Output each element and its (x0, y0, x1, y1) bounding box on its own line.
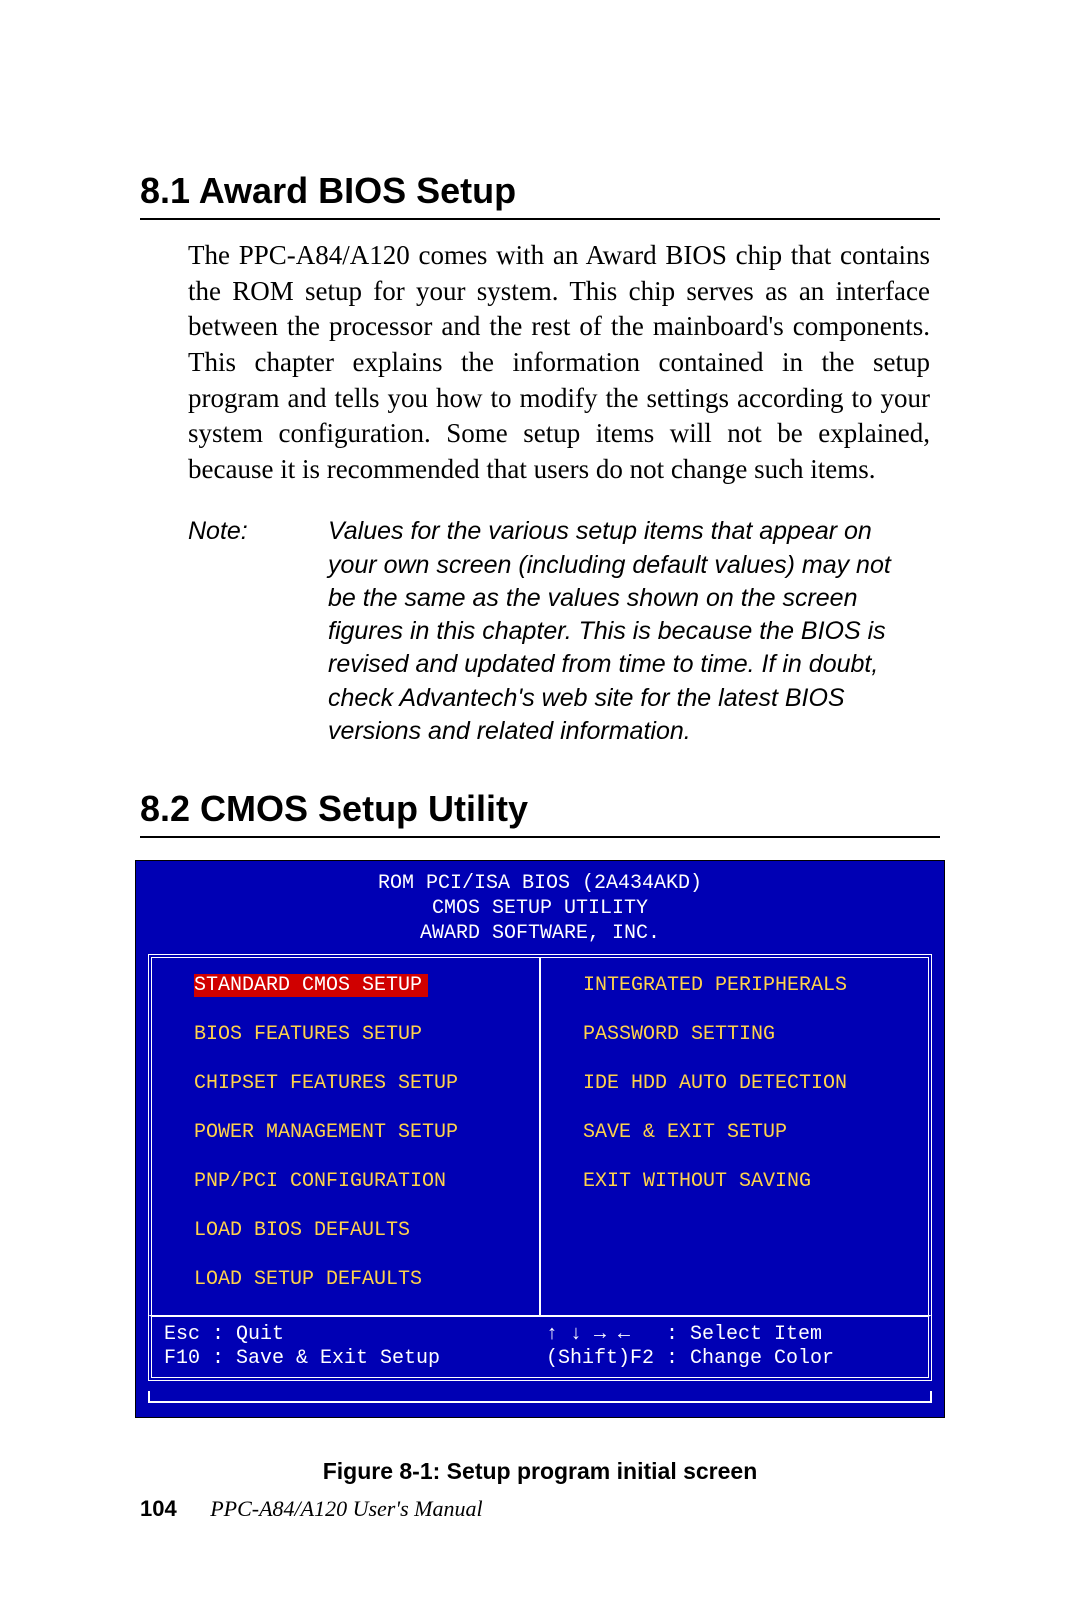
menu-item-integrated-peripherals[interactable]: INTEGRATED PERIPHERALS (583, 974, 928, 997)
bios-menu-box: STANDARD CMOS SETUP BIOS FEATURES SETUP … (148, 954, 932, 1315)
bios-screen: ROM PCI/ISA BIOS (2A434AKD) CMOS SETUP U… (135, 860, 945, 1418)
menu-item-password-setting[interactable]: PASSWORD SETTING (583, 1023, 928, 1046)
bios-menu-right-column: INTEGRATED PERIPHERALS PASSWORD SETTING … (539, 958, 928, 1315)
section-heading-8-2: 8.2 CMOS Setup Utility (140, 788, 940, 838)
figure-8-1: ROM PCI/ISA BIOS (2A434AKD) CMOS SETUP U… (140, 860, 940, 1485)
bios-footer: Esc : Quit F10 : Save & Exit Setup ↑ ↓ →… (148, 1315, 932, 1381)
bios-header-line3: AWARD SOFTWARE, INC. (136, 921, 944, 946)
note-text: Values for the various setup items that … (328, 515, 920, 748)
menu-item-bios-features[interactable]: BIOS FEATURES SETUP (194, 1023, 539, 1046)
menu-item-standard-cmos[interactable]: STANDARD CMOS SETUP (194, 974, 428, 997)
menu-item-load-setup-defaults[interactable]: LOAD SETUP DEFAULTS (194, 1268, 539, 1291)
menu-item-load-bios-defaults[interactable]: LOAD BIOS DEFAULTS (194, 1219, 539, 1242)
page-number: 104 (140, 1496, 177, 1521)
bios-footer-left: Esc : Quit F10 : Save & Exit Setup (164, 1323, 546, 1371)
menu-item-pnp-pci[interactable]: PNP/PCI CONFIGURATION (194, 1170, 539, 1193)
section-heading-8-1: 8.1 Award BIOS Setup (140, 170, 940, 220)
bios-header-line1: ROM PCI/ISA BIOS (2A434AKD) (136, 871, 944, 896)
bios-header-line2: CMOS SETUP UTILITY (136, 896, 944, 921)
note-label: Note: (188, 515, 328, 748)
note-block: Note: Values for the various setup items… (188, 515, 920, 748)
figure-caption: Figure 8-1: Setup program initial screen (323, 1458, 758, 1485)
bios-bottom-strip (148, 1391, 932, 1403)
page-footer: 104 PPC-A84/A120 User's Manual (140, 1496, 483, 1522)
menu-item-chipset-features[interactable]: CHIPSET FEATURES SETUP (194, 1072, 539, 1095)
menu-item-exit-no-save[interactable]: EXIT WITHOUT SAVING (583, 1170, 928, 1193)
bios-header: ROM PCI/ISA BIOS (2A434AKD) CMOS SETUP U… (136, 865, 944, 954)
menu-item-save-exit[interactable]: SAVE & EXIT SETUP (583, 1121, 928, 1144)
menu-item-power-management[interactable]: POWER MANAGEMENT SETUP (194, 1121, 539, 1144)
doc-title: PPC-A84/A120 User's Manual (210, 1496, 482, 1521)
bios-footer-right: ↑ ↓ → ← : Select Item (Shift)F2 : Change… (546, 1323, 928, 1371)
menu-item-ide-hdd-auto[interactable]: IDE HDD AUTO DETECTION (583, 1072, 928, 1095)
bios-menu-left-column: STANDARD CMOS SETUP BIOS FEATURES SETUP … (152, 958, 539, 1315)
section-8-1-body: The PPC-A84/A120 comes with an Award BIO… (188, 238, 930, 487)
manual-page: 8.1 Award BIOS Setup The PPC-A84/A120 co… (0, 0, 1080, 1618)
